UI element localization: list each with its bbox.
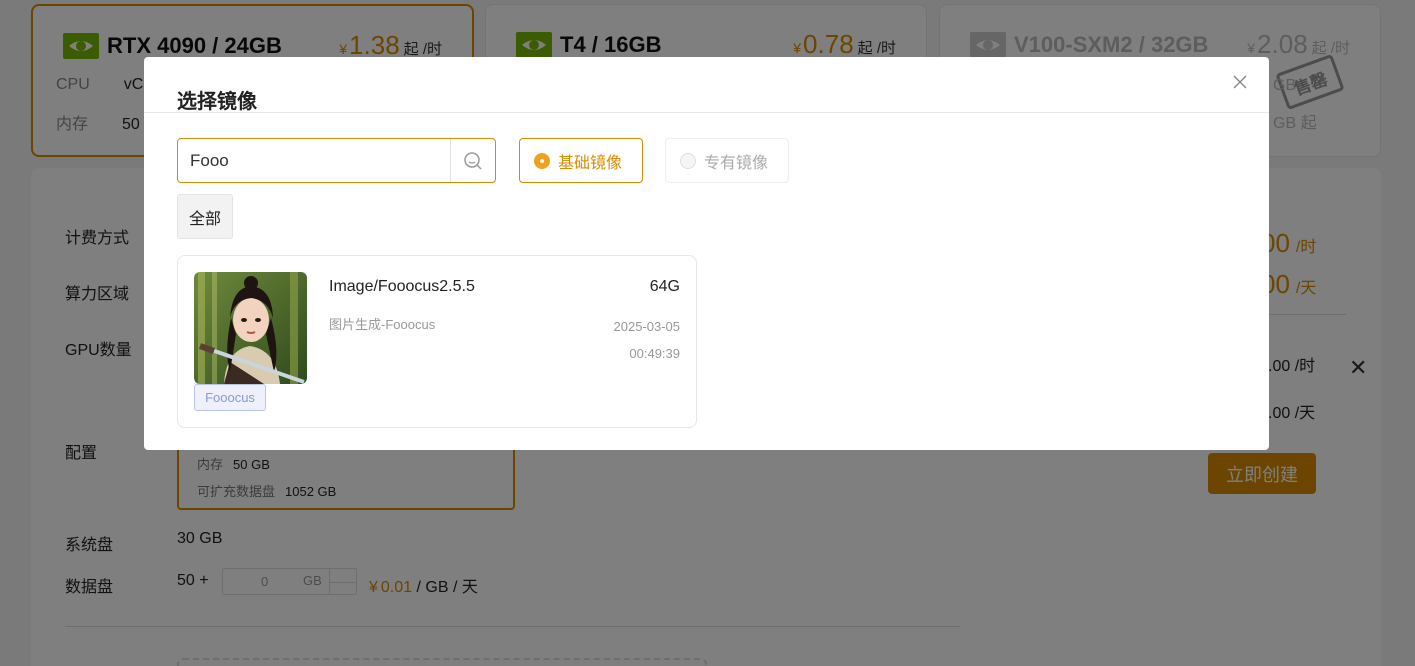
search-icon [464,151,482,170]
image-card[interactable]: Fooocus Image/Fooocus2.5.5 图片生成-Fooocus … [177,255,697,428]
radio-unchecked-icon [680,152,696,169]
image-search-box [177,138,496,183]
radio-label: 专有镜像 [704,154,769,172]
radio-private-image[interactable]: 专有镜像 [665,138,789,183]
modal-title: 选择镜像 [177,91,257,113]
radio-basic-image[interactable]: 基础镜像 [519,138,643,183]
image-date: 2025-03-05 [613,319,681,334]
image-time: 00:49:39 [629,346,680,361]
search-button[interactable] [450,139,495,182]
modal-divider [144,112,1269,113]
image-search-input[interactable] [178,139,450,182]
filter-tag-all[interactable]: 全部 [177,194,233,239]
radio-checked-icon [534,152,550,169]
select-image-modal: 选择镜像 基础镜像 专有镜像 全部 [144,57,1269,450]
image-description: 图片生成-Fooocus [329,317,436,332]
image-name: Image/Fooocus2.5.5 [329,278,475,295]
image-tag: Fooocus [194,384,266,411]
radio-label: 基础镜像 [558,154,623,172]
close-icon[interactable] [1229,71,1251,93]
image-thumbnail [194,272,307,384]
image-size: 64G [649,278,680,295]
